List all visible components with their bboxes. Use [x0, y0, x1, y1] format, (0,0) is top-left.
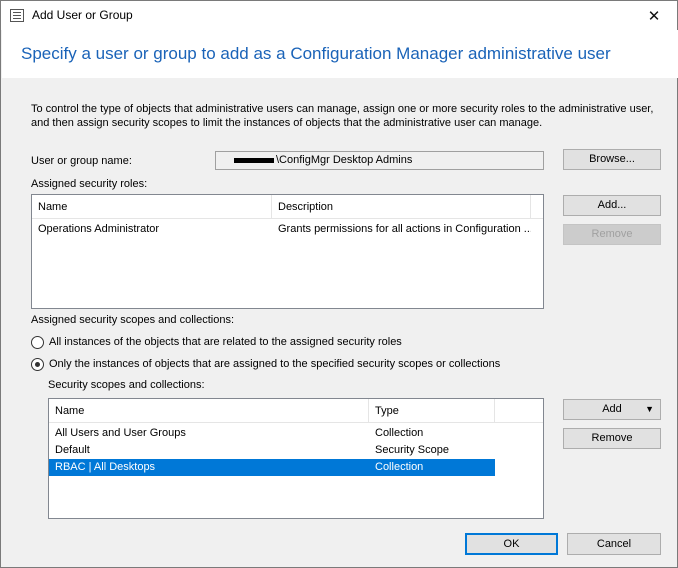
radio-all-instances-label[interactable]: All instances of the objects that are re… [49, 336, 402, 348]
window-list-icon [10, 9, 24, 22]
instructions-text: To control the type of objects that admi… [31, 103, 654, 129]
radio-all-instances[interactable] [31, 336, 44, 349]
scope-name: Default [55, 444, 90, 456]
radio-specified-instances[interactable] [31, 358, 44, 371]
scope-type: Security Scope [375, 444, 449, 456]
title-bar[interactable]: Add User or Group ✕ [1, 1, 677, 30]
ok-button[interactable]: OK [465, 533, 558, 555]
add-user-or-group-dialog: Add User or Group ✕ Specify a user or gr… [0, 0, 678, 568]
user-name-field: \ConfigMgr Desktop Admins [215, 151, 544, 170]
remove-scope-button[interactable]: Remove [563, 428, 661, 449]
scope-type: Collection [375, 427, 424, 439]
security-roles-label: Assigned security roles: [31, 178, 148, 190]
security-scopes-list[interactable]: Name Type All Users and User Groups Coll… [48, 398, 544, 519]
roles-column-description[interactable]: Description [272, 195, 531, 219]
window-title: Add User or Group [32, 8, 133, 22]
add-scope-label: Add [602, 403, 622, 415]
radio-specified-instances-label[interactable]: Only the instances of objects that are a… [49, 358, 500, 370]
redacted-domain [234, 157, 274, 163]
user-name-label: User or group name: [31, 155, 132, 167]
table-row[interactable]: Default Security Scope [49, 442, 495, 459]
user-name-value: \ConfigMgr Desktop Admins [276, 154, 413, 166]
roles-list-header: Name Description [32, 195, 543, 219]
role-description: Grants permissions for all actions in Co… [278, 223, 531, 235]
table-row-selected[interactable]: RBAC | All Desktops Collection [49, 459, 495, 476]
close-icon: ✕ [647, 7, 661, 25]
add-scope-dropdown-button[interactable]: Add ▼ [563, 399, 661, 420]
security-roles-list[interactable]: Name Description Operations Administrato… [31, 194, 544, 309]
add-role-button[interactable]: Add... [563, 195, 661, 216]
role-name: Operations Administrator [38, 223, 160, 235]
table-row[interactable]: Operations Administrator Grants permissi… [32, 221, 543, 238]
close-button[interactable]: ✕ [631, 1, 677, 30]
scope-type: Collection [375, 461, 424, 473]
roles-column-name[interactable]: Name [32, 195, 272, 219]
page-title: Specify a user or group to add as a Conf… [21, 44, 611, 63]
security-scopes-label: Assigned security scopes and collections… [31, 314, 234, 326]
browse-button[interactable]: Browse... [563, 149, 661, 170]
scope-name: All Users and User Groups [55, 427, 186, 439]
dropdown-arrow-icon: ▼ [645, 404, 654, 414]
table-row[interactable]: All Users and User Groups Collection [49, 425, 495, 442]
scopes-column-type[interactable]: Type [369, 399, 495, 423]
remove-role-button[interactable]: Remove [563, 224, 661, 245]
scopes-column-name[interactable]: Name [49, 399, 369, 423]
scopes-list-header: Name Type [49, 399, 543, 423]
scope-name: RBAC | All Desktops [55, 461, 156, 473]
scopes-list-label: Security scopes and collections: [48, 379, 205, 391]
cancel-button[interactable]: Cancel [567, 533, 661, 555]
